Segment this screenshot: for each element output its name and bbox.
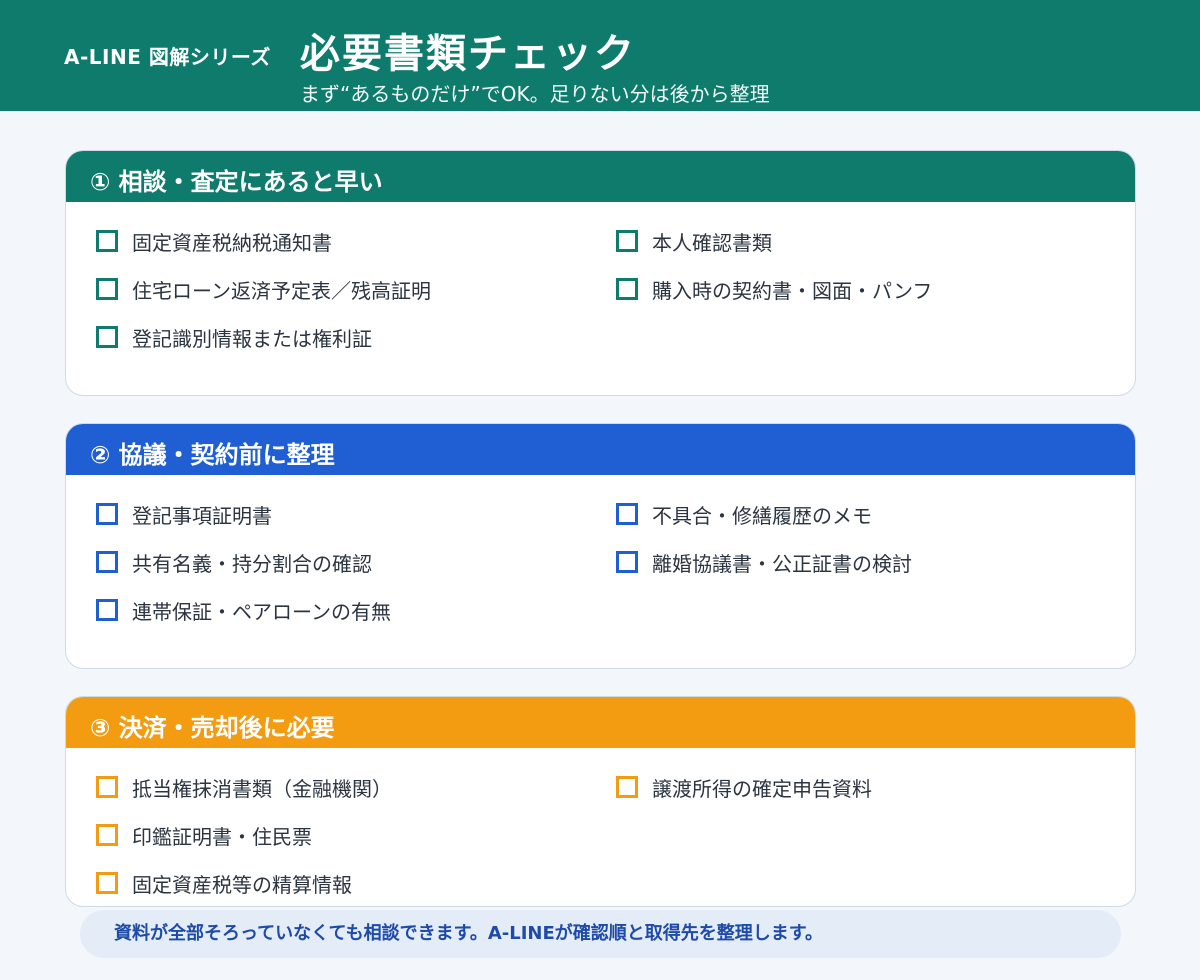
checkbox[interactable] <box>96 278 118 300</box>
checklist-item[interactable]: 離婚協議書・公正証書の検討 <box>616 547 912 577</box>
section-heading: ① 相談・査定にあると早い <box>66 151 1135 202</box>
checklist-item-label: 不具合・修繕履歴のメモ <box>652 503 872 528</box>
checkbox[interactable] <box>616 776 638 798</box>
checklist-item[interactable]: 購入時の契約書・図面・パンフ <box>616 274 932 304</box>
checklist-item[interactable]: 固定資産税等の精算情報 <box>96 868 352 898</box>
section-heading: ② 協議・契約前に整理 <box>66 424 1135 475</box>
checklist-item[interactable]: 登記事項証明書 <box>96 499 272 529</box>
checklist-item[interactable]: 連帯保証・ペアローンの有無 <box>96 595 391 625</box>
checklist-item-label: 連帯保証・ペアローンの有無 <box>132 599 391 624</box>
checkbox[interactable] <box>96 503 118 525</box>
checkbox[interactable] <box>96 824 118 846</box>
header-bar: A-LINE 図解シリーズ 必要書類チェック まず“あるものだけ”でOK。足りな… <box>0 0 1200 111</box>
checklist-item[interactable]: 印鑑証明書・住民票 <box>96 820 312 850</box>
section-agreement: ② 協議・契約前に整理 登記事項証明書 共有名義・持分割合の確認 連帯保証・ペア… <box>65 423 1136 669</box>
checkbox[interactable] <box>96 776 118 798</box>
checklist-item-label: 印鑑証明書・住民票 <box>132 824 312 849</box>
checklist-item-label: 登記事項証明書 <box>132 503 272 528</box>
checklist-item-label: 譲渡所得の確定申告資料 <box>652 776 872 801</box>
checklist-item-label: 本人確認書類 <box>652 230 772 255</box>
checkbox[interactable] <box>96 230 118 252</box>
checkbox[interactable] <box>616 278 638 300</box>
checklist-item-label: 住宅ローン返済予定表／残高証明 <box>132 278 431 303</box>
checklist-item[interactable]: 共有名義・持分割合の確認 <box>96 547 372 577</box>
checklist-item-label: 登記識別情報または権利証 <box>132 326 372 351</box>
checklist-item[interactable]: 譲渡所得の確定申告資料 <box>616 772 872 802</box>
checklist-item-label: 購入時の契約書・図面・パンフ <box>652 278 933 303</box>
section-settlement: ③ 決済・売却後に必要 抵当権抹消書類（金融機関） 印鑑証明書・住民票 固定資産… <box>65 696 1136 907</box>
checklist-item[interactable]: 抵当権抹消書類（金融機関） <box>96 772 392 802</box>
checklist-item[interactable]: 住宅ローン返済予定表／残高証明 <box>96 274 431 304</box>
section-consultation: ① 相談・査定にあると早い 固定資産税納税通知書 住宅ローン返済予定表／残高証明… <box>65 150 1136 396</box>
checklist-item[interactable]: 登記識別情報または権利証 <box>96 322 372 352</box>
checkbox[interactable] <box>616 503 638 525</box>
checkbox[interactable] <box>616 230 638 252</box>
checklist-item-label: 共有名義・持分割合の確認 <box>132 551 372 576</box>
checklist-item[interactable]: 不具合・修繕履歴のメモ <box>616 499 872 529</box>
checklist-item[interactable]: 固定資産税納税通知書 <box>96 226 332 256</box>
checkbox[interactable] <box>96 326 118 348</box>
checklist-item-label: 固定資産税等の精算情報 <box>132 872 352 897</box>
checklist-item[interactable]: 本人確認書類 <box>616 226 772 256</box>
footer-note: 資料が全部そろっていなくても相談できます。A-LINEが確認順と取得先を整理しま… <box>80 910 1121 958</box>
checkbox[interactable] <box>96 599 118 621</box>
checkbox[interactable] <box>96 872 118 894</box>
checklist-item-label: 抵当権抹消書類（金融機関） <box>132 776 392 801</box>
checkbox[interactable] <box>616 551 638 573</box>
page-title: 必要書類チェック <box>300 31 636 77</box>
checkbox[interactable] <box>96 551 118 573</box>
page-subtitle: まず“あるものだけ”でOK。足りない分は後から整理 <box>300 82 770 106</box>
series-label: A-LINE 図解シリーズ <box>64 45 271 69</box>
checklist-item-label: 固定資産税納税通知書 <box>132 230 332 255</box>
section-heading: ③ 決済・売却後に必要 <box>66 697 1135 748</box>
checklist-item-label: 離婚協議書・公正証書の検討 <box>652 551 912 576</box>
